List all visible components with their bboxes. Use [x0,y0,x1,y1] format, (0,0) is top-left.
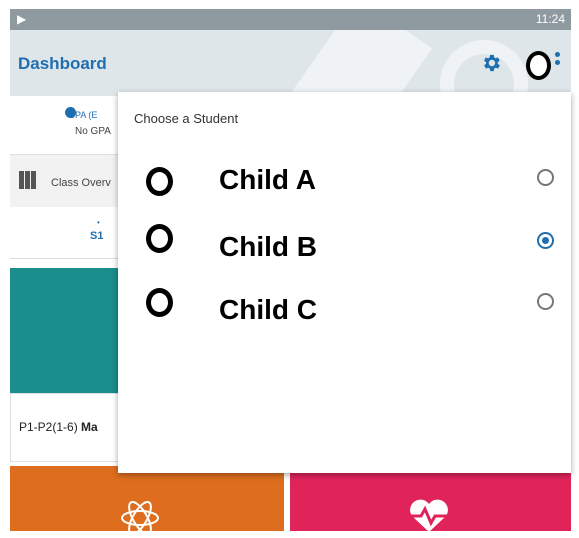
term-tabs: • S1 [10,208,118,259]
annotation-circle [146,288,173,317]
class-card[interactable]: P1-P2(1-6) Ma [10,393,120,462]
class-overview-label: Class Overv [51,177,111,189]
gpa-panel: GPA (E No GPA [10,96,118,155]
student-option-child-a[interactable]: Child A [118,152,571,212]
play-icon: ▶ [17,12,27,26]
student-option-child-b[interactable]: Child B [118,218,571,278]
annotation-circle [146,224,173,253]
overflow-menu-icon[interactable] [555,52,561,74]
class-card-image[interactable] [10,268,118,393]
gear-icon[interactable] [480,52,502,74]
health-tile[interactable] [290,466,571,532]
choose-student-dialog: Choose a Student Child A Child B Child C [118,92,571,473]
radio-button[interactable] [537,169,554,186]
annotation-circle [146,167,173,196]
dialog-title: Choose a Student [134,111,239,126]
science-tile[interactable] [10,466,284,535]
student-name: Child A [219,164,316,195]
gpa-label: GPA (E [68,110,98,120]
heart-pulse-icon [410,499,448,532]
app-bar: Dashboard [10,30,571,96]
student-name: Child B [219,231,317,262]
radio-button-selected[interactable] [537,232,554,249]
page-title: Dashboard [18,54,107,73]
tab-s1[interactable]: S1 [90,230,103,242]
class-card-label: P1-P2(1-6) Ma [19,420,98,434]
books-icon [19,171,37,194]
clock: 11:24 [535,12,565,26]
class-overview-row[interactable]: Class Overv [10,155,118,207]
atom-icon [121,501,159,535]
gpa-value: No GPA [75,126,111,137]
student-option-child-c[interactable]: Child C [118,282,571,342]
student-name: Child C [219,294,317,325]
header-decoration [277,30,433,96]
tab-indicator: • [97,218,100,227]
radio-button[interactable] [537,293,554,310]
status-bar: ▶ 11:24 [10,9,571,30]
annotation-circle [526,51,551,80]
